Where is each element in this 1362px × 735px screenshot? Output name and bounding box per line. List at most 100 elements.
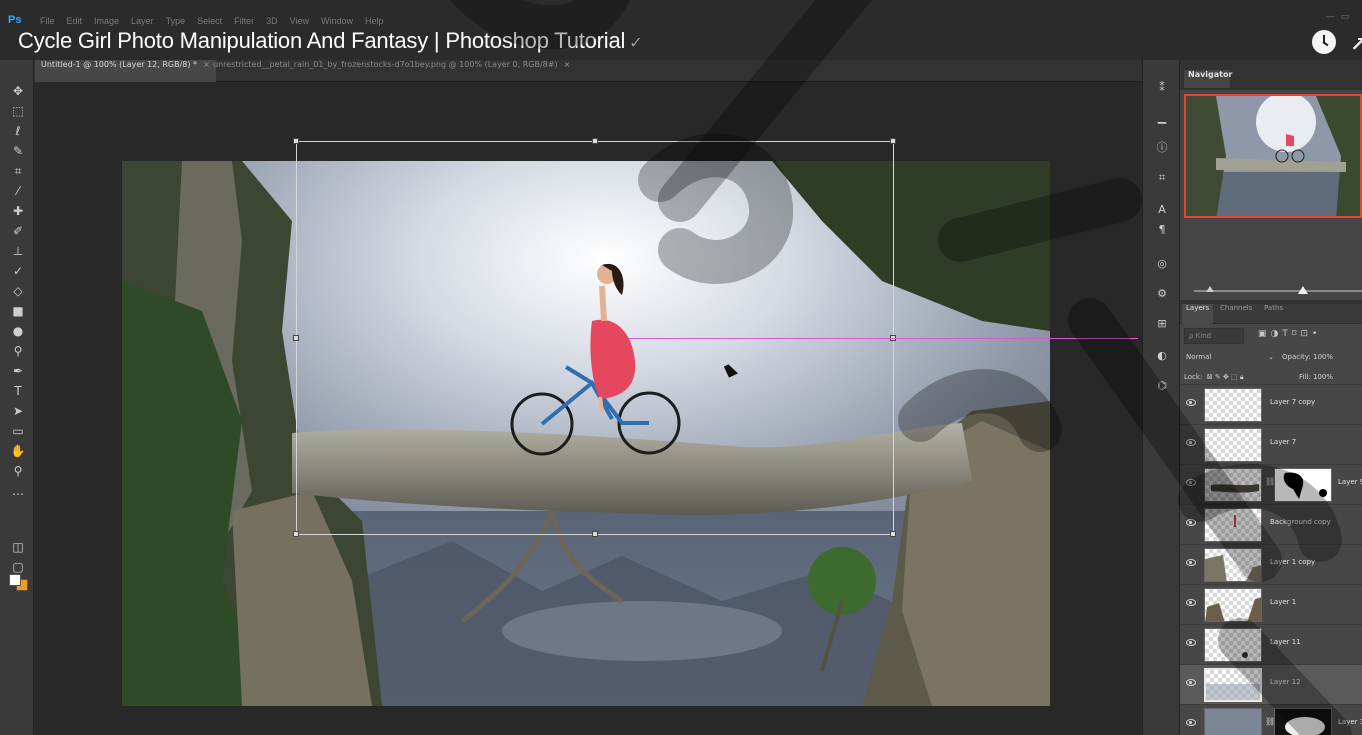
quick-mask-icon[interactable]: ◫ — [8, 538, 28, 556]
visibility-eye-icon[interactable] — [1186, 399, 1196, 406]
layer-row[interactable]: ⛓ Layer 9 — [1180, 464, 1362, 504]
zoom-out-icon[interactable] — [1206, 286, 1214, 292]
grid-icon[interactable]: ⊞ — [1153, 316, 1171, 332]
opacity-value[interactable]: 100% — [1313, 353, 1333, 361]
navigator-thumbnail[interactable] — [1184, 94, 1362, 218]
transform-handle[interactable] — [293, 138, 299, 144]
visibility-eye-icon[interactable] — [1186, 439, 1196, 446]
layer-thumbnail — [1204, 668, 1262, 702]
visibility-eye-icon[interactable] — [1186, 679, 1196, 686]
photoshop-window: Ps File Edit Image Layer Type Select Fil… — [0, 0, 1362, 735]
visibility-eye-icon[interactable] — [1186, 639, 1196, 646]
rectangle-tool-icon[interactable]: ▭ — [8, 422, 28, 440]
screen-mode-icon[interactable]: ▢ — [8, 558, 28, 576]
menu-edit[interactable]: Edit — [67, 16, 83, 26]
visibility-eye-icon[interactable] — [1186, 599, 1196, 606]
zoom-slider[interactable] — [1194, 290, 1362, 292]
visibility-eye-icon[interactable] — [1186, 559, 1196, 566]
visibility-eye-icon[interactable] — [1186, 519, 1196, 526]
quick-select-tool-icon[interactable]: ✎ — [8, 142, 28, 160]
path-select-tool-icon[interactable]: ➤ — [8, 402, 28, 420]
layer-row-selected[interactable]: Layer 12 — [1180, 664, 1362, 704]
menu-type[interactable]: Type — [166, 16, 186, 26]
zoom-tool-icon[interactable]: ⚲ — [8, 462, 28, 480]
menu-filter[interactable]: Filter — [234, 16, 254, 26]
transform-handle[interactable] — [592, 531, 598, 537]
visibility-eye-icon[interactable] — [1186, 719, 1196, 726]
blur-tool-icon[interactable]: ● — [8, 322, 28, 340]
opacity-control[interactable]: Opacity: 100% — [1282, 350, 1333, 364]
layer-row[interactable]: Layer 1 — [1180, 584, 1362, 624]
layer-row[interactable]: Layer 1 copy — [1180, 544, 1362, 584]
layer-row[interactable]: Layer 7 — [1180, 424, 1362, 464]
share-icon[interactable]: ↗ — [1350, 32, 1362, 56]
zoom-slider-thumb[interactable] — [1298, 286, 1308, 294]
tab-petal-rain[interactable]: unrestricted__petal_rain_01_by_frozensto… — [207, 60, 576, 82]
layer-mask-thumbnail[interactable] — [1274, 708, 1332, 735]
tab-paths[interactable]: Paths — [1260, 304, 1287, 324]
clone-stamp-tool-icon[interactable]: ⊥ — [8, 242, 28, 260]
window-controls-icon[interactable]: — ▭ — [1326, 12, 1349, 22]
tab-channels[interactable]: Channels — [1216, 304, 1256, 324]
menu-file[interactable]: File — [40, 16, 55, 26]
history-icon[interactable]: ⁑ — [1153, 80, 1171, 96]
blend-mode-select[interactable]: Normal ⌄ — [1184, 350, 1274, 364]
healing-brush-tool-icon[interactable]: ✚ — [8, 202, 28, 220]
pen-tool-icon[interactable]: ✒ — [8, 362, 28, 380]
layer-row[interactable]: ⛓ Layer 3 — [1180, 704, 1362, 735]
character-icon[interactable]: A — [1153, 202, 1171, 218]
tools-panel: ✥ ⬚ ℓ ✎ ⌗ ⁄ ✚ ✐ ⊥ ✓ ◇ ■ ● ⚲ ✒ T ➤ ▭ ✋ ⚲ … — [0, 60, 34, 735]
properties-icon[interactable]: ⌗ — [1153, 170, 1171, 186]
menu-window[interactable]: Window — [321, 16, 353, 26]
styles-icon[interactable]: ⌬ — [1153, 378, 1171, 394]
fill-value[interactable]: 100% — [1313, 373, 1333, 381]
transform-handle[interactable] — [890, 138, 896, 144]
filter-type-icons[interactable]: ▣◑T⌑⊡• — [1258, 329, 1321, 339]
channels-icon[interactable]: ◎ — [1153, 256, 1171, 272]
layer-mask-thumbnail[interactable] — [1274, 468, 1332, 502]
tab-untitled-1[interactable]: Untitled-1 @ 100% (Layer 12, RGB/8) * × — [35, 60, 216, 82]
transform-handle[interactable] — [890, 531, 896, 537]
eraser-tool-icon[interactable]: ◇ — [8, 282, 28, 300]
paragraph-icon[interactable]: ¶ — [1153, 222, 1171, 238]
tab-layers[interactable]: Layers — [1182, 304, 1214, 324]
transform-handle[interactable] — [293, 531, 299, 537]
visibility-eye-icon[interactable] — [1186, 479, 1196, 486]
3d-icon[interactable]: ⚙ — [1153, 286, 1171, 302]
menu-help[interactable]: Help — [365, 16, 384, 26]
histogram-icon[interactable]: ▁ — [1153, 110, 1171, 126]
layer-row[interactable]: Layer 11 — [1180, 624, 1362, 664]
menu-select[interactable]: Select — [197, 16, 222, 26]
layer-row[interactable]: Background copy — [1180, 504, 1362, 544]
blend-mode-value: Normal — [1186, 353, 1212, 361]
brush-tool-icon[interactable]: ✐ — [8, 222, 28, 240]
tab-navigator[interactable]: Navigator — [1184, 70, 1232, 88]
hand-tool-icon[interactable]: ✋ — [8, 442, 28, 460]
menu-view[interactable]: View — [290, 16, 309, 26]
move-tool-icon[interactable]: ✥ — [8, 82, 28, 100]
gradient-tool-icon[interactable]: ■ — [8, 302, 28, 320]
layer-name: Layer 12 — [1270, 678, 1301, 686]
kind-filter-select[interactable]: ρ Kind — [1184, 328, 1244, 344]
menu-layer[interactable]: Layer — [131, 16, 154, 26]
transform-handle[interactable] — [592, 138, 598, 144]
menu-3d[interactable]: 3D — [266, 16, 278, 26]
watch-later-icon[interactable] — [1312, 30, 1336, 54]
canvas-area[interactable] — [35, 82, 1138, 735]
history-brush-tool-icon[interactable]: ✓ — [8, 262, 28, 280]
marquee-tool-icon[interactable]: ⬚ — [8, 102, 28, 120]
crop-tool-icon[interactable]: ⌗ — [8, 162, 28, 180]
transform-handle[interactable] — [293, 335, 299, 341]
lock-icons[interactable]: ⊠ ✎ ✥ ⬚ 🔒︎ — [1205, 373, 1244, 381]
lasso-tool-icon[interactable]: ℓ — [8, 122, 28, 140]
menu-image[interactable]: Image — [94, 16, 119, 26]
close-icon[interactable]: × — [564, 60, 571, 69]
dodge-tool-icon[interactable]: ⚲ — [8, 342, 28, 360]
layer-row[interactable]: Layer 7 copy — [1180, 384, 1362, 424]
more-tools-icon[interactable]: … — [8, 482, 28, 500]
type-tool-icon[interactable]: T — [8, 382, 28, 400]
info-icon[interactable]: ⓘ — [1153, 140, 1171, 156]
eyedropper-tool-icon[interactable]: ⁄ — [8, 182, 28, 200]
adjustments-icon[interactable]: ◐ — [1153, 348, 1171, 364]
fill-control[interactable]: Fill: 100% — [1299, 370, 1333, 384]
